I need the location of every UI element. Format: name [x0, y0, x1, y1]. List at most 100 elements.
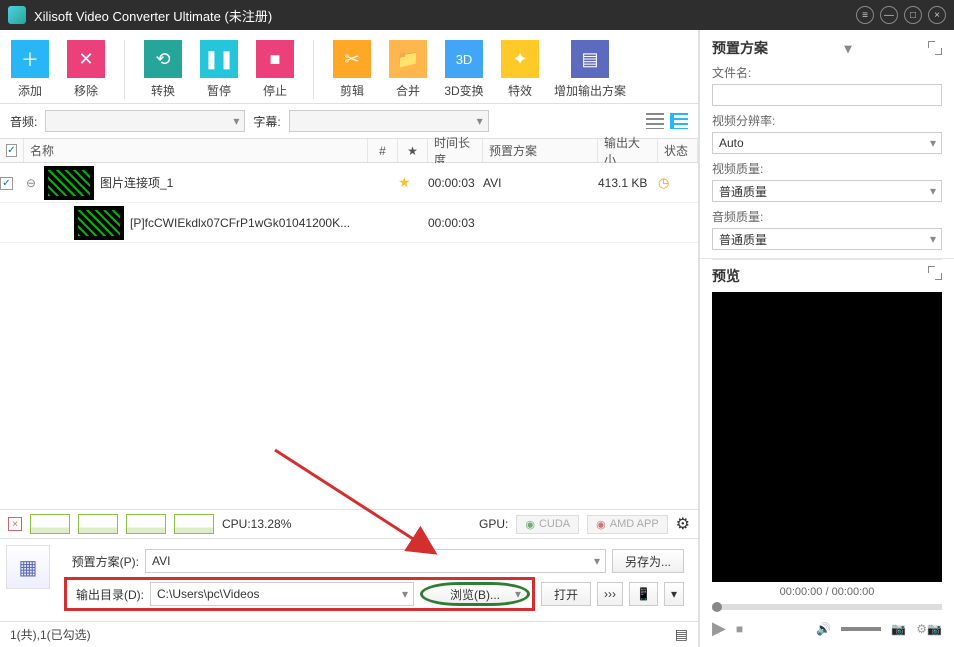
- plus-icon: ＋: [11, 40, 49, 78]
- close-window-button[interactable]: ×: [928, 6, 946, 24]
- cpu-graph: [78, 514, 118, 534]
- clip-button[interactable]: ✂ 剪辑: [330, 40, 374, 99]
- row-checkbox[interactable]: ✓: [0, 177, 13, 190]
- stop-button[interactable]: ■ 停止: [253, 40, 297, 99]
- snapshot-icon[interactable]: 📷: [891, 622, 906, 636]
- audio-dropdown[interactable]: [45, 110, 245, 132]
- file-name: [P]fcCWIEkdlx07CFrP1wGk01041200K...: [130, 216, 350, 230]
- filename-input[interactable]: [712, 84, 942, 106]
- cpu-label: CPU:13.28%: [222, 517, 291, 531]
- window-title: Xilisoft Video Converter Ultimate (未注册): [34, 6, 856, 25]
- column-status[interactable]: 状态: [658, 139, 698, 162]
- preview-time: 00:00:00 / 00:00:00: [712, 582, 942, 602]
- merge-icon: 📁: [389, 40, 427, 78]
- detail-view-icon[interactable]: [670, 113, 688, 129]
- output-dir-label: 输出目录(D):: [69, 586, 144, 603]
- x-icon: ✕: [67, 40, 105, 78]
- file-name: 图片连接项_1: [100, 174, 173, 191]
- collapse-icon[interactable]: ⊖: [24, 176, 38, 190]
- video-quality-label: 视频质量:: [712, 160, 942, 177]
- audio-label: 音频:: [10, 113, 37, 130]
- thumbnail: [74, 206, 124, 240]
- column-star[interactable]: ★: [398, 139, 428, 162]
- effect-button[interactable]: ✦ 特效: [498, 40, 542, 99]
- duration: 00:00:03: [428, 176, 483, 190]
- star-icon[interactable]: ★: [398, 174, 411, 190]
- sub-toolbar: 音频: 字幕:: [0, 104, 698, 139]
- amd-button[interactable]: ◉AMD APP: [587, 515, 668, 534]
- 3d-button[interactable]: 3D 3D变换: [442, 40, 486, 99]
- subtitle-label: 字幕:: [253, 113, 280, 130]
- audio-quality-dropdown[interactable]: 普通质量: [712, 228, 942, 250]
- device-dropdown[interactable]: ▾: [664, 582, 684, 606]
- audio-quality-label: 音频质量:: [712, 208, 942, 225]
- panel-toggle-icon[interactable]: ▤: [675, 626, 688, 643]
- resource-bar: × CPU:13.28% GPU: ◉CUDA ◉AMD APP ⚙: [0, 509, 698, 538]
- add-profile-button[interactable]: ▤ 增加输出方案: [554, 40, 626, 99]
- expand-preview-icon[interactable]: [928, 266, 942, 280]
- column-seq[interactable]: #: [368, 139, 398, 162]
- status-bar: 1(共),1(已勾选) ▤: [0, 621, 698, 647]
- clock-icon: ◷: [658, 175, 669, 190]
- preview-title: 预览: [712, 266, 740, 286]
- app-logo-icon: [8, 6, 26, 24]
- remove-button[interactable]: ✕ 移除: [64, 40, 108, 99]
- gear-icon[interactable]: ⚙: [676, 514, 690, 534]
- preset-field[interactable]: AVI: [145, 549, 606, 573]
- preview-screen: [712, 292, 942, 582]
- more-button[interactable]: ›››: [597, 582, 623, 606]
- preset-label: 预置方案(P):: [64, 553, 139, 570]
- expand-panel-icon[interactable]: [928, 41, 942, 55]
- preset-panel-title: 预置方案: [712, 38, 768, 58]
- pause-button[interactable]: ❚❚ 暂停: [197, 40, 241, 99]
- open-button[interactable]: 打开: [541, 582, 591, 606]
- menu-window-button[interactable]: ≡: [856, 6, 874, 24]
- device-button[interactable]: 📱: [629, 582, 658, 606]
- output-dir-field[interactable]: C:\Users\pc\Videos: [150, 582, 414, 606]
- stop-preview-icon[interactable]: ■: [736, 622, 743, 636]
- add-button[interactable]: ＋ 添加: [8, 40, 52, 99]
- cuda-button[interactable]: ◉CUDA: [516, 515, 579, 534]
- convert-button[interactable]: ⟲ 转换: [141, 40, 185, 99]
- scissors-icon: ✂: [333, 40, 371, 78]
- wand-icon: ✦: [501, 40, 539, 78]
- select-all-checkbox[interactable]: ✓: [6, 144, 17, 157]
- merge-button[interactable]: 📁 合并: [386, 40, 430, 99]
- play-icon[interactable]: ▶: [712, 618, 726, 639]
- size: 413.1 KB: [598, 176, 658, 190]
- resolution-label: 视频分辨率:: [712, 112, 942, 129]
- preset: AVI: [483, 176, 598, 190]
- minimize-window-button[interactable]: —: [880, 6, 898, 24]
- duration: 00:00:03: [428, 216, 483, 230]
- list-item[interactable]: [P]fcCWIEkdlx07CFrP1wGk01041200K... 00:0…: [0, 203, 698, 243]
- cpu-graph: [174, 514, 214, 534]
- thumbnail: [44, 166, 94, 200]
- snapshot-settings-icon[interactable]: ⚙📷: [916, 622, 942, 636]
- file-list: ✓ ⊖ 图片连接项_1 ★ 00:00:03 AVI 413.1 KB ◷ [P…: [0, 163, 698, 509]
- gpu-label: GPU:: [479, 517, 508, 531]
- status-text: 1(共),1(已勾选): [10, 626, 91, 643]
- video-quality-dropdown[interactable]: 普通质量: [712, 180, 942, 202]
- list-view-icon[interactable]: [646, 113, 664, 129]
- file-list-header: ✓ 名称 # ★ 时间长度 预置方案 输出大小 状态: [0, 139, 698, 163]
- volume-slider[interactable]: [841, 627, 881, 631]
- right-panel: 预置方案 ▾ 文件名: 视频分辨率: Auto 视频质量: 普通质量 音频质量:…: [700, 30, 954, 647]
- column-name[interactable]: 名称: [24, 139, 368, 162]
- stop-icon: ■: [256, 40, 294, 78]
- subtitle-dropdown[interactable]: [289, 110, 489, 132]
- column-duration[interactable]: 时间长度: [428, 139, 483, 162]
- title-bar: Xilisoft Video Converter Ultimate (未注册) …: [0, 0, 954, 30]
- close-graph-icon[interactable]: ×: [8, 517, 22, 531]
- saveas-button[interactable]: 另存为...: [612, 549, 684, 573]
- browse-button[interactable]: 浏览(B)... ▾: [420, 582, 530, 606]
- resolution-dropdown[interactable]: Auto: [712, 132, 942, 154]
- main-toolbar: ＋ 添加 ✕ 移除 ⟲ 转换 ❚❚ 暂停 ■ 停止 ✂ 剪辑 📁 合并 3D 3…: [0, 30, 698, 104]
- volume-icon[interactable]: 🔊: [816, 622, 831, 636]
- preview-slider[interactable]: [712, 604, 942, 610]
- pause-icon: ❚❚: [200, 40, 238, 78]
- column-preset[interactable]: 预置方案: [483, 139, 598, 162]
- column-size[interactable]: 输出大小: [598, 139, 658, 162]
- cpu-graph: [126, 514, 166, 534]
- list-item[interactable]: ✓ ⊖ 图片连接项_1 ★ 00:00:03 AVI 413.1 KB ◷: [0, 163, 698, 203]
- maximize-window-button[interactable]: □: [904, 6, 922, 24]
